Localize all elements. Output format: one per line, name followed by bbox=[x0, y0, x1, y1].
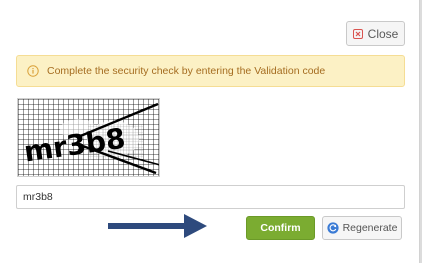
confirm-button-label: Confirm bbox=[260, 222, 301, 234]
security-alert: Complete the security check by entering … bbox=[16, 55, 405, 87]
regenerate-button-label: Regenerate bbox=[342, 222, 398, 234]
confirm-button[interactable]: Confirm bbox=[246, 216, 315, 240]
info-circle-icon bbox=[27, 65, 39, 77]
regenerate-button[interactable]: Regenerate bbox=[322, 216, 402, 240]
close-icon bbox=[352, 28, 363, 39]
captcha-image: mr3b8 bbox=[17, 98, 160, 177]
arrow-right-icon bbox=[108, 214, 207, 238]
refresh-icon bbox=[326, 222, 339, 234]
close-button[interactable]: Close bbox=[346, 21, 405, 46]
validation-code-input[interactable] bbox=[16, 185, 405, 209]
alert-text: Complete the security check by entering … bbox=[47, 65, 326, 77]
validation-dialog: Close Complete the security check by ent… bbox=[0, 0, 420, 263]
close-button-label: Close bbox=[367, 26, 399, 41]
